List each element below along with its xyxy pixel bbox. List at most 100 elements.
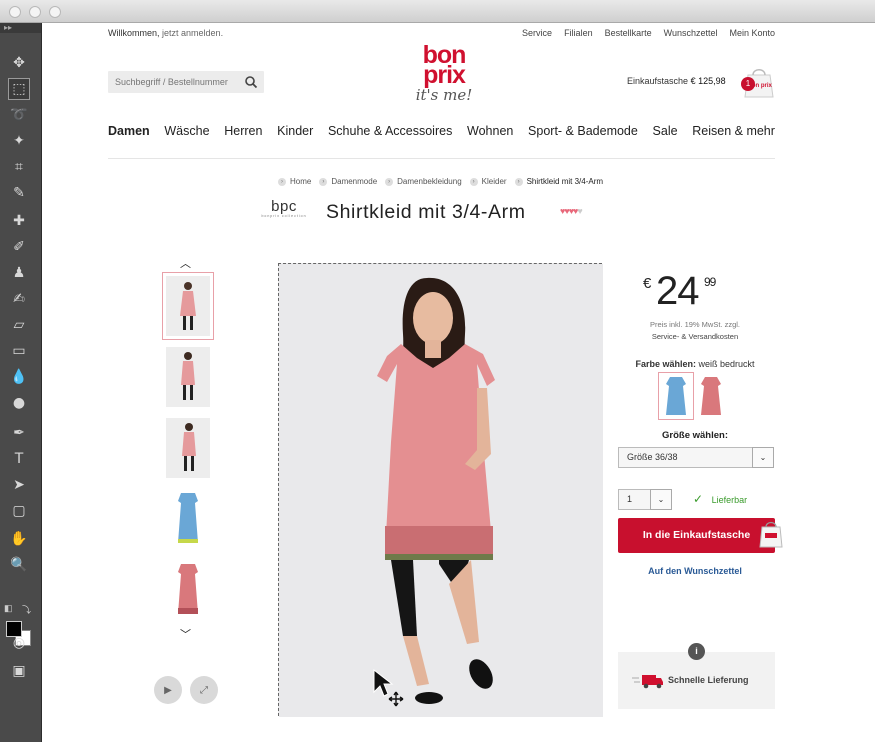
size-label: Größe wählen: [662,430,728,441]
top-link-bestellkarte[interactable]: Bestellkarte [605,28,652,38]
dress-blue-image [166,489,210,549]
minimize-window-button[interactable] [29,6,41,18]
add-to-cart-button[interactable]: In die Einkaufstasche [618,518,775,553]
shipping-link[interactable]: Service- & Versandkosten [618,331,772,343]
welcome-text: Willkommen, jetzt anmelden. [108,28,223,38]
play-button[interactable]: ▶ [154,676,182,704]
close-window-button[interactable] [9,6,21,18]
price-euros: 24 [656,269,699,313]
blur-tool-icon[interactable]: 💧 [9,367,29,387]
crop-tool-icon[interactable]: ⌗ [9,157,29,177]
top-link-mein-konto[interactable]: Mein Konto [729,28,775,38]
eyedropper-tool-icon[interactable]: ✎ [9,183,29,203]
breadcrumb-label: Kleider [481,177,507,186]
breadcrumb-item[interactable]: › Home [278,177,311,186]
top-link-filialen[interactable]: Filialen [564,28,593,38]
nav-divider [108,158,775,159]
nav-kinder[interactable]: Kinder [277,124,313,138]
cart-summary[interactable]: Einkaufstasche € 125,98 [627,76,726,86]
web-page: Willkommen, jetzt anmelden. Service Fili… [42,23,875,742]
breadcrumb-item[interactable]: › Kleider [469,177,507,186]
search-input[interactable] [108,71,238,93]
app-window: ▸▸ ✥ ⬚ ➰ ✦ ⌗ ✎ ✚ ✐ ♟ ✍ ▱ ▭ 💧 ● ✒ T ➤ ▢ ✋… [0,0,875,742]
lasso-tool-icon[interactable]: ➰ [9,105,29,125]
quantity-select[interactable]: 1 ⌄ [618,489,672,510]
type-tool-icon[interactable]: T [9,449,29,469]
chevron-down-icon[interactable]: ⌄ [752,447,774,468]
nav-reisen[interactable]: Reisen & mehr [692,124,775,138]
thumbs-down-arrow-icon[interactable]: ﹀ [180,626,191,642]
top-link-wunschzettel[interactable]: Wunschzettel [664,28,718,38]
path-selection-tool-icon[interactable]: ➤ [9,475,29,495]
breadcrumb-label: Damenmode [331,177,378,186]
logo-tagline: it's me! [416,86,473,104]
swap-colors-icon[interactable]: ⤵ [22,603,31,616]
history-brush-tool-icon[interactable]: ✍ [9,289,29,309]
tools-panel: ▸▸ ✥ ⬚ ➰ ✦ ⌗ ✎ ✚ ✐ ♟ ✍ ▱ ▭ 💧 ● ✒ T ➤ ▢ ✋… [0,23,42,742]
brand-sub: bonprix collection [261,214,307,218]
top-link-service[interactable]: Service [522,28,552,38]
dodge-tool-icon[interactable]: ● [9,393,29,413]
nav-sport[interactable]: Sport- & Bademode [528,124,638,138]
login-link[interactable]: jetzt anmelden. [162,28,223,38]
zoom-tool-icon[interactable]: 🔍 [9,555,29,575]
thumbnail-2[interactable] [166,347,210,407]
move-tool-icon[interactable]: ✥ [9,53,29,73]
nav-wohnen[interactable]: Wohnen [467,124,513,138]
thumbnail-4[interactable] [166,489,210,549]
default-colors-icon[interactable]: ◧ [4,603,13,614]
nav-waesche[interactable]: Wäsche [164,124,209,138]
breadcrumb-arrow-icon: › [319,177,328,186]
fullscreen-button[interactable]: ⤢ [190,676,218,704]
tools-panel-header[interactable]: ▸▸ [0,23,41,33]
pen-tool-icon[interactable]: ✒ [9,423,29,443]
move-cursor-icon [373,668,404,707]
breadcrumb: › Home › Damenmode › Damenbekleidung › Kleid… [278,177,603,186]
zoom-window-button[interactable] [49,6,61,18]
breadcrumb-label: Shirtkleid mit 3/4-Arm [526,177,604,186]
thumbnail-3[interactable] [166,418,210,478]
logo-line2: prix [423,61,466,89]
nav-damen[interactable]: Damen [108,124,150,138]
cart-label: Einkaufstasche [627,76,689,86]
top-links: Service Filialen Bestellkarte Wunschzett… [522,28,775,38]
bonprix-logo[interactable]: bon prix it's me! [408,41,480,105]
gradient-tool-icon[interactable]: ▭ [9,341,29,361]
breadcrumb-item[interactable]: › Damenbekleidung [385,177,462,186]
main-nav: Damen Wäsche Herren Kinder Schuhe & Acce… [108,124,775,138]
availability: ✓ Lieferbar [693,492,747,506]
breadcrumb-item[interactable]: › Damenmode [319,177,377,186]
foreground-color-swatch[interactable] [6,621,22,637]
search-icon[interactable] [244,75,258,89]
wishlist-link[interactable]: Auf den Wunschzettel [618,566,772,576]
nav-herren[interactable]: Herren [224,124,262,138]
breadcrumb-label: Damenbekleidung [397,177,462,186]
brand-name: bpc [271,198,297,215]
marquee-tool-icon[interactable]: ⬚ [8,78,30,100]
hand-tool-icon[interactable]: ✋ [9,529,29,549]
rating-hearts[interactable]: ♥♥♥♥♥ [560,206,583,216]
thumbnail-1[interactable] [162,272,214,340]
brand-logo[interactable]: bpc bonprix collection [254,199,314,219]
price-note: Preis inkl. 19% MwSt. zzgl. [649,320,741,329]
eraser-tool-icon[interactable]: ▱ [9,315,29,335]
nav-sale[interactable]: Sale [653,124,678,138]
breadcrumb-label: Home [290,177,312,186]
info-icon[interactable]: i [688,643,705,660]
magic-wand-tool-icon[interactable]: ✦ [9,131,29,151]
screen-mode-icon[interactable]: ▣ [9,661,29,681]
brush-tool-icon[interactable]: ✐ [9,237,29,257]
healing-brush-tool-icon[interactable]: ✚ [9,211,29,231]
color-label-title: Farbe wählen: [635,359,696,369]
stamp-tool-icon[interactable]: ♟ [9,263,29,283]
shape-tool-icon[interactable]: ▢ [9,501,29,521]
size-select[interactable]: Größe 36/38 ⌄ [618,447,774,468]
nav-schuhe[interactable]: Schuhe & Accessoires [328,124,452,138]
chevron-down-icon[interactable]: ⌄ [650,489,672,510]
price-info: Preis inkl. 19% MwSt. zzgl. Service- & V… [618,319,772,343]
color-swatch-pink[interactable] [694,373,728,419]
thumbnail-5[interactable] [166,560,210,620]
product-main-image[interactable] [278,263,603,717]
color-swatch-blue[interactable] [658,372,694,420]
thumbs-up-arrow-icon[interactable]: ︿ [180,255,191,271]
